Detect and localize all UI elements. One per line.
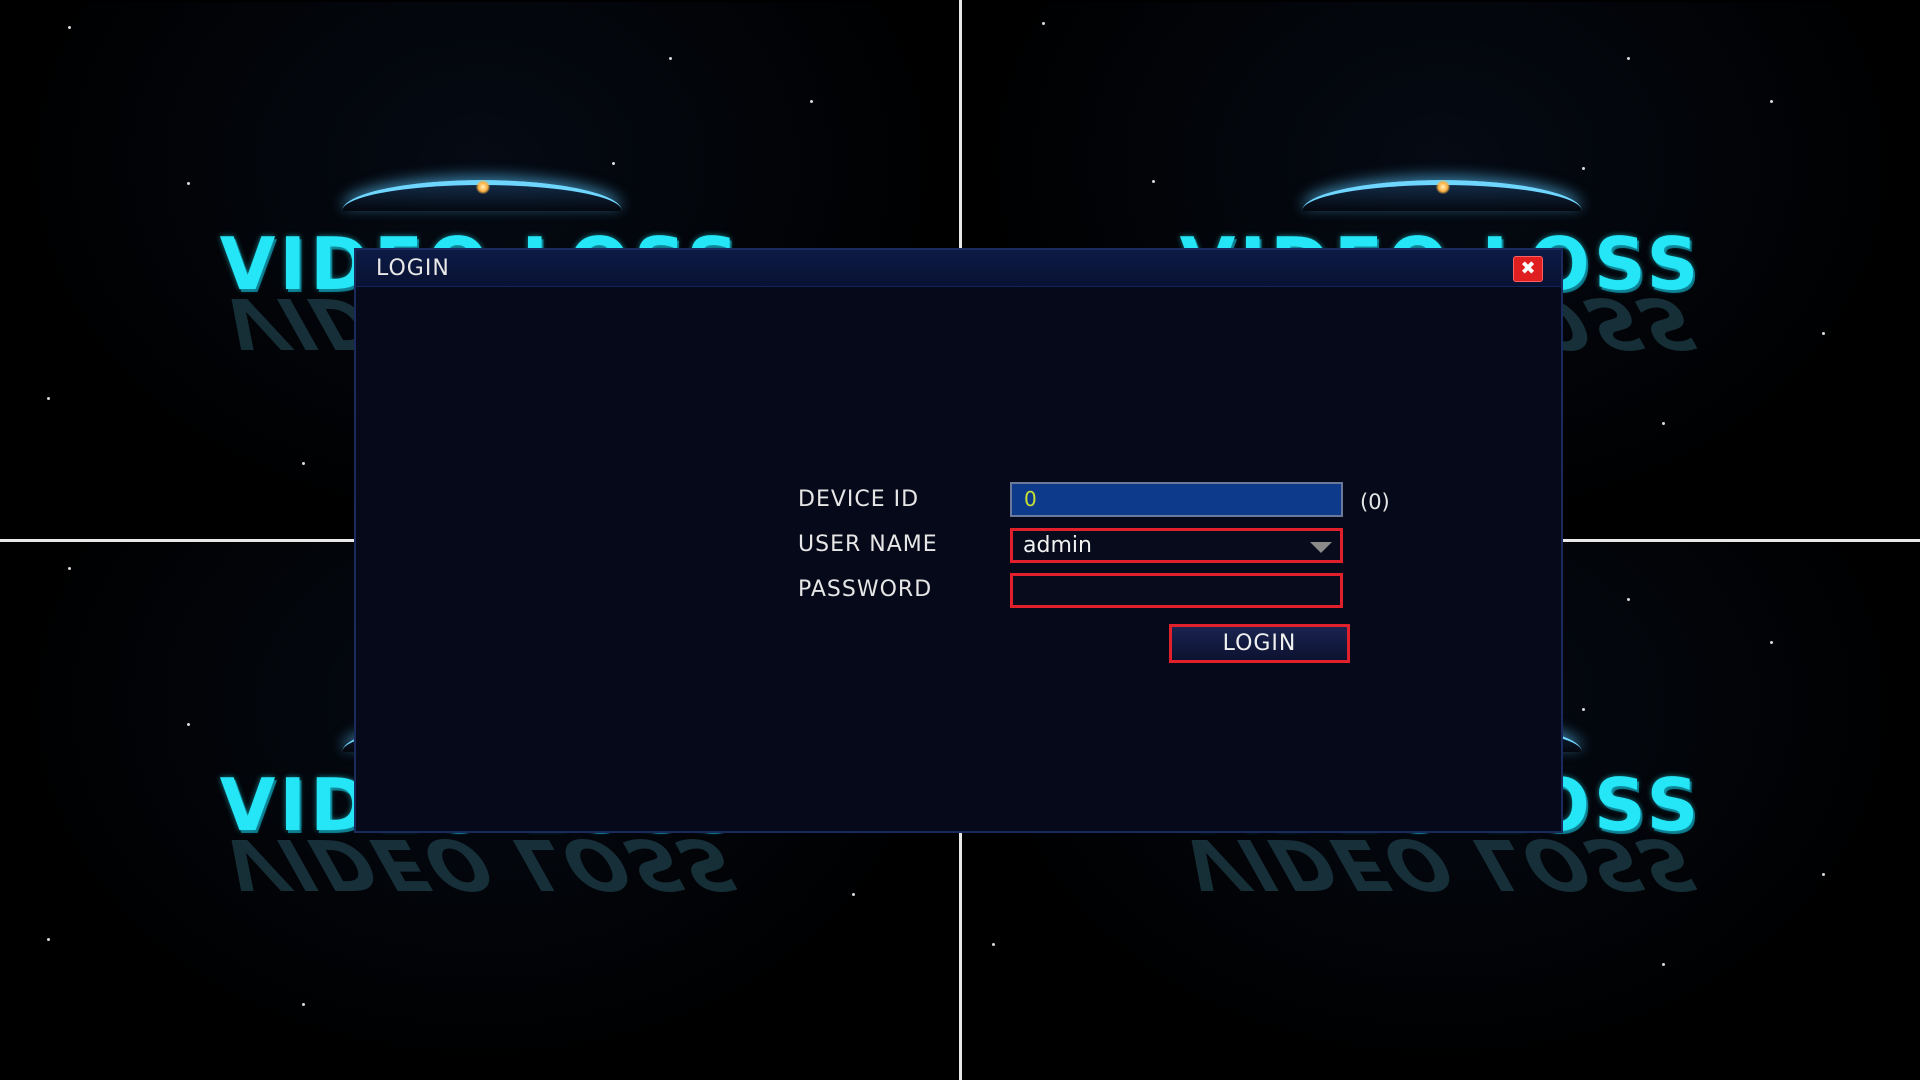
- username-select[interactable]: admin: [1010, 528, 1343, 563]
- close-icon: ✖: [1520, 258, 1536, 279]
- device-id-hint: (0): [1360, 490, 1390, 514]
- dialog-title-bar[interactable]: LOGIN ✖: [356, 250, 1561, 287]
- video-loss-reflection: VIDEO LOSS: [211, 823, 751, 905]
- login-dialog: LOGIN ✖ DEVICE ID 0 (0) USER NAME admin …: [354, 248, 1563, 833]
- close-button[interactable]: ✖: [1513, 256, 1543, 282]
- device-id-label: DEVICE ID: [798, 487, 920, 512]
- password-field[interactable]: [1010, 573, 1343, 608]
- dvr-screen: VIDEO LOSS VIDEO LOSS VIDEO LOSS VIDEO L…: [0, 0, 1920, 1080]
- login-button[interactable]: LOGIN: [1169, 624, 1350, 663]
- device-id-field[interactable]: 0: [1010, 482, 1343, 517]
- username-value: admin: [1023, 533, 1092, 558]
- sun-flare: [1436, 180, 1450, 194]
- dialog-title: LOGIN: [376, 256, 450, 281]
- username-label: USER NAME: [798, 532, 938, 557]
- password-label: PASSWORD: [798, 577, 933, 602]
- chevron-down-icon[interactable]: [1310, 542, 1332, 553]
- video-loss-reflection: VIDEO LOSS: [1171, 823, 1711, 905]
- sun-flare: [476, 180, 490, 194]
